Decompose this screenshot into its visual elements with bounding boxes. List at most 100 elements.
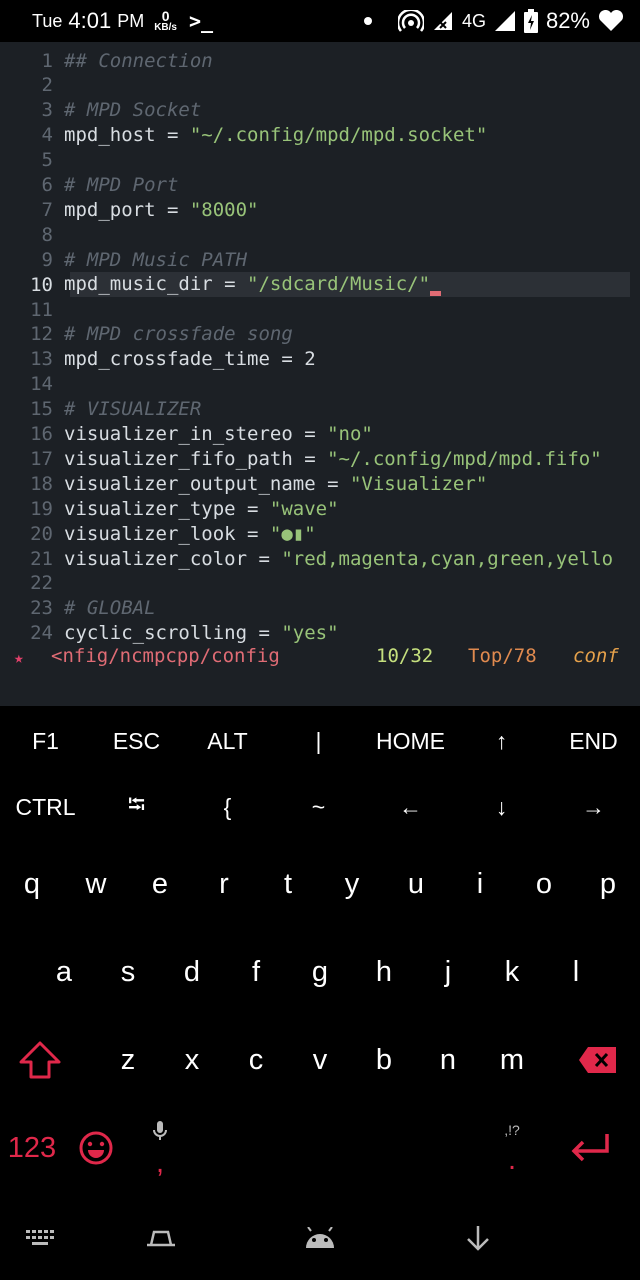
key-t[interactable]: t	[256, 840, 320, 928]
key-f[interactable]: f	[224, 928, 288, 1016]
code-string: "yes"	[281, 622, 339, 645]
editor-line[interactable]: 6 # MPD Port	[0, 173, 640, 198]
editor-line[interactable]: 7 mpd_port = "8000"	[0, 197, 640, 222]
key-l[interactable]: l	[544, 928, 608, 1016]
key-n[interactable]: n	[416, 1016, 480, 1104]
line-code: ## Connection	[64, 50, 213, 72]
home-button[interactable]	[290, 1218, 350, 1258]
keyboard-switch-button[interactable]	[10, 1218, 70, 1258]
key-w[interactable]: w	[64, 840, 128, 928]
line-number: 14	[30, 373, 53, 396]
modeline-scroll: Top/78	[468, 645, 537, 667]
line-number: 12	[30, 323, 53, 346]
editor-line[interactable]: 5	[0, 148, 640, 173]
extra-key[interactable]: ↓	[456, 774, 547, 840]
extra-key[interactable]: HOME	[365, 708, 456, 774]
key-p[interactable]: p	[576, 840, 640, 928]
key-z[interactable]: z	[96, 1016, 160, 1104]
key-g[interactable]: g	[288, 928, 352, 1016]
extra-key[interactable]: ⭾	[91, 774, 182, 840]
editor-line[interactable]: 19 visualizer_type = "wave"	[0, 496, 640, 521]
space-key[interactable]	[192, 1104, 448, 1192]
code-comment: # MPD Music PATH	[64, 248, 248, 271]
key-d[interactable]: d	[160, 928, 224, 1016]
code-string: "Visualizer"	[349, 472, 488, 495]
editor-line[interactable]: 18 visualizer_output_name = "Visualizer"	[0, 471, 640, 496]
editor-line[interactable]: 16 visualizer_in_stereo = "no"	[0, 422, 640, 447]
key-j[interactable]: j	[416, 928, 480, 1016]
editor-line[interactable]: 4 mpd_host = "~/.config/mpd/mpd.socket"	[0, 123, 640, 148]
hide-keyboard-button[interactable]	[448, 1218, 508, 1258]
period-key[interactable]: ,!? .	[480, 1104, 544, 1192]
numbers-key[interactable]: 123	[0, 1104, 64, 1192]
back-down-icon	[467, 1226, 489, 1251]
extra-key[interactable]: →	[548, 774, 639, 840]
key-s[interactable]: s	[96, 928, 160, 1016]
key-a[interactable]: a	[32, 928, 96, 1016]
editor-line[interactable]: 9 # MPD Music PATH	[0, 247, 640, 272]
status-ampm: PM	[117, 10, 145, 31]
code-text: mpd_music_dir =	[64, 273, 248, 296]
editor-line[interactable]: 17 visualizer_fifo_path = "~/.config/mpd/…	[0, 446, 640, 471]
editor-line[interactable]: 14	[0, 372, 640, 397]
code-string: "8000"	[189, 198, 259, 221]
editor-line[interactable]: 23 # GLOBAL	[0, 596, 640, 621]
terminal-view[interactable]: 1 ## Connection 2 3 # MPD Socket 4 mpd_host = …	[0, 42, 640, 682]
line-code: mpd_host = "~/.config/mpd/mpd.socket"	[64, 124, 487, 146]
shift-key[interactable]	[8, 1016, 72, 1104]
extra-key[interactable]: ~	[273, 774, 364, 840]
code-comment: # MPD Port	[64, 174, 179, 196]
line-number: 15	[30, 398, 53, 421]
key-k[interactable]: k	[480, 928, 544, 1016]
key-r[interactable]: r	[192, 840, 256, 928]
comma-key[interactable]: ,	[128, 1104, 192, 1192]
editor-line[interactable]: 21 visualizer_color = "red,magenta,cyan,g…	[0, 546, 640, 571]
status-bar: Tue 4:01 PM 0 KB/s >_ 4G 82%	[0, 0, 640, 42]
editor-line[interactable]: 3 # MPD Socket	[0, 98, 640, 123]
editor-line[interactable]: 12 # MPD crossfade song	[0, 322, 640, 347]
editor-line[interactable]: 10 mpd_music_dir = "/sdcard/Music/"	[0, 272, 640, 298]
key-v[interactable]: v	[288, 1016, 352, 1104]
key-i[interactable]: i	[448, 840, 512, 928]
key-u[interactable]: u	[384, 840, 448, 928]
key-e[interactable]: e	[128, 840, 192, 928]
key-x[interactable]: x	[160, 1016, 224, 1104]
extra-key[interactable]: ↑	[456, 708, 547, 774]
emoji-key[interactable]	[64, 1104, 128, 1192]
extra-key[interactable]: CTRL	[0, 774, 91, 840]
key-b[interactable]: b	[352, 1016, 416, 1104]
editor-line[interactable]: 22	[0, 571, 640, 596]
editor-line[interactable]: 11	[0, 297, 640, 322]
extra-key[interactable]: END	[548, 708, 639, 774]
extra-key[interactable]: {	[182, 774, 273, 840]
signal-x-icon	[433, 12, 452, 30]
line-number: 16	[30, 423, 53, 445]
extra-key[interactable]: ALT	[182, 708, 273, 774]
editor-line[interactable]: 20 visualizer_look = "●▮"	[0, 521, 640, 546]
line-code: # VISUALIZER	[64, 398, 201, 420]
line-code: visualizer_fifo_path = "~/.config/mpd/mp…	[64, 448, 602, 470]
key-o[interactable]: o	[512, 840, 576, 928]
editor-line[interactable]: 15 # VISUALIZER	[0, 397, 640, 422]
editor-line[interactable]: 1 ## Connection	[0, 48, 640, 73]
extra-key[interactable]: ←	[365, 774, 456, 840]
extra-key[interactable]: ESC	[91, 708, 182, 774]
backspace-key[interactable]	[566, 1016, 630, 1104]
key-m[interactable]: m	[480, 1016, 544, 1104]
extra-key[interactable]: |	[273, 708, 364, 774]
editor-line[interactable]: 13 mpd_crossfade_time = 2	[0, 347, 640, 372]
extra-key[interactable]: F1	[0, 708, 91, 774]
key-q[interactable]: q	[0, 840, 64, 928]
recents-button[interactable]	[131, 1218, 191, 1258]
enter-key[interactable]	[558, 1104, 622, 1192]
key-h[interactable]: h	[352, 928, 416, 1016]
key-y[interactable]: y	[320, 840, 384, 928]
editor-line[interactable]: 24 cyclic_scrolling = "yes"	[0, 621, 640, 646]
editor-line[interactable]: 8	[0, 222, 640, 247]
modeline-filename: <nfig/ncmpcpp/config	[51, 645, 280, 667]
editor-line[interactable]: 2	[0, 73, 640, 98]
key-c[interactable]: c	[224, 1016, 288, 1104]
net-speed-value: 0	[161, 8, 170, 24]
code-string: "~/.config/mpd/mpd.socket"	[189, 124, 488, 147]
network-type: 4G	[461, 10, 486, 31]
